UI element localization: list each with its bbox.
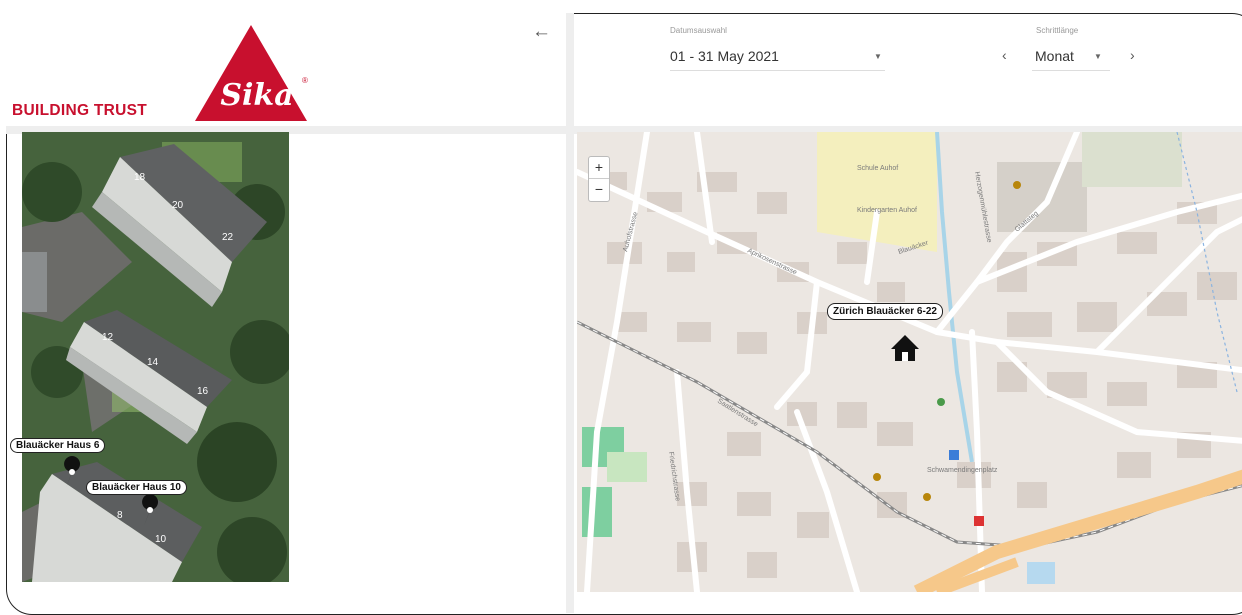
map-place-label: Schule Auhof [857, 165, 898, 172]
street-map[interactable]: Schule Auhof Kindergarten Auhof Blauäcke… [577, 132, 1242, 592]
sika-logo: Sika [195, 25, 307, 121]
aerial-photo: 18 20 22 12 14 16 8 10 [22, 132, 289, 582]
header-left: Sika ® BUILDING TRUST ← [6, 13, 566, 131]
poi-icon [974, 516, 984, 526]
registered-mark: ® [302, 76, 308, 85]
marker-label-haus-6[interactable]: Blauäcker Haus 6 [10, 438, 106, 453]
poi-icon [937, 398, 945, 406]
map-zoom-control: + − [588, 156, 610, 202]
house-number: 22 [222, 232, 234, 243]
parking-icon [949, 450, 959, 460]
previous-step-icon[interactable]: ‹ [1002, 47, 1007, 63]
house-number: 20 [172, 200, 184, 211]
date-picker-value[interactable]: 01 - 31 May 2021 [670, 48, 779, 64]
house-number: 14 [147, 357, 159, 368]
date-picker-underline [670, 70, 885, 71]
house-number: 8 [117, 510, 123, 521]
zoom-out-button[interactable]: − [589, 179, 609, 200]
step-length-underline [1032, 70, 1110, 71]
location-label[interactable]: Zürich Blauäcker 6-22 [827, 303, 943, 320]
step-length-label: Schrittlänge [1036, 26, 1079, 35]
house-number: 18 [134, 172, 146, 183]
step-length-select[interactable]: Monat [1035, 48, 1074, 64]
house-number: 10 [155, 534, 167, 545]
house-number: 12 [102, 332, 114, 343]
brand-text: BUILDING TRUST [12, 102, 148, 119]
date-picker-label: Datumsauswahl [670, 26, 727, 35]
map-street-label: Schwamendingenplatz [927, 467, 998, 474]
poi-icon [1013, 181, 1021, 189]
next-step-icon[interactable]: › [1130, 47, 1135, 63]
back-arrow-icon[interactable]: ← [532, 21, 551, 43]
marker-label-haus-10[interactable]: Blauäcker Haus 10 [86, 480, 187, 495]
date-dropdown-icon[interactable]: ▼ [874, 52, 882, 61]
step-dropdown-icon[interactable]: ▼ [1094, 52, 1102, 61]
house-number: 16 [197, 386, 209, 397]
map-place-label: Kindergarten Auhof [857, 207, 917, 214]
poi-icon [873, 473, 881, 481]
poi-icon [923, 493, 931, 501]
logo-text: Sika [220, 78, 293, 113]
zoom-in-button[interactable]: + [589, 157, 609, 178]
vertical-divider [566, 13, 574, 613]
